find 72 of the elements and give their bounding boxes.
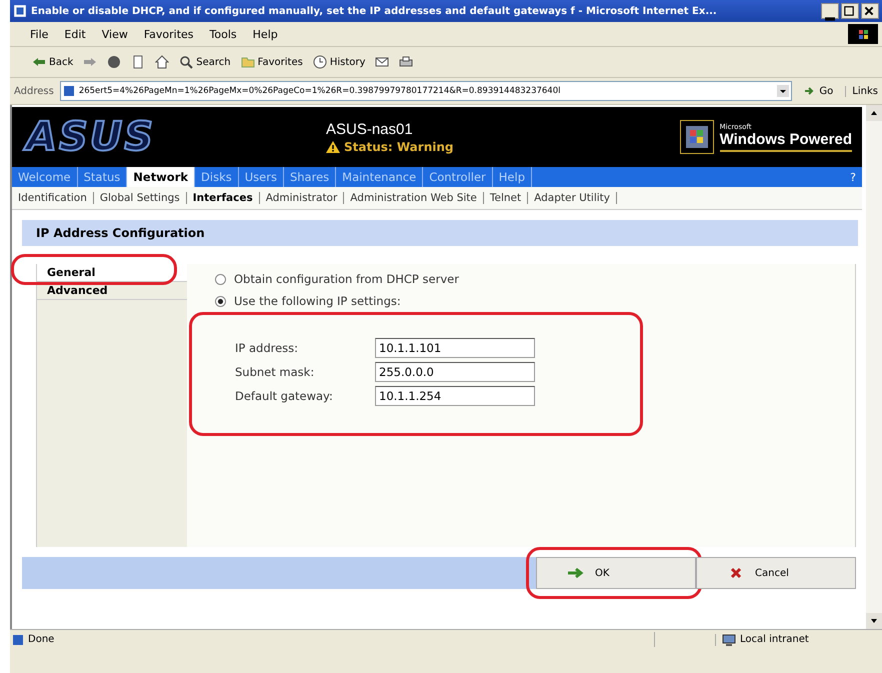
page-icon [62, 85, 75, 97]
input-field[interactable]: 255.0.0.0 [375, 362, 535, 382]
nav-tab[interactable]: Network [127, 167, 196, 187]
address-label: Address [14, 86, 54, 96]
menu-item[interactable]: Tools [210, 28, 237, 40]
back-arrow-icon [32, 55, 46, 69]
folder-icon [240, 55, 255, 69]
subnav-tab[interactable]: Identification [12, 192, 94, 204]
dropdown-icon[interactable] [777, 85, 790, 97]
radio-label: Use the following IP settings: [234, 294, 401, 308]
home-icon [155, 55, 170, 69]
windows-flag-icon [680, 120, 714, 154]
radio-button[interactable] [215, 296, 226, 306]
subnav-tab[interactable]: Telnet [484, 192, 528, 204]
address-field[interactable]: 265ert5=4%26PageMn=1%26PageMx=0%26PageCo=1%26R=0.39879979780177214&R=0.893914483237640l [60, 81, 792, 101]
menu-item[interactable]: Favorites [144, 28, 194, 40]
ok-button[interactable]: OK [536, 557, 696, 589]
close-button[interactable] [861, 3, 879, 19]
menu-item[interactable]: View [102, 28, 128, 40]
logo: ASUS [26, 114, 326, 160]
page-icon [12, 634, 24, 646]
toolbar-button[interactable]: History [310, 53, 368, 71]
computer-icon [722, 634, 736, 646]
mail-icon [375, 55, 390, 69]
maximize-button[interactable] [841, 3, 859, 19]
device-name: ASUS-nas01 [326, 120, 414, 138]
page-icon [131, 55, 146, 69]
subnav-tab[interactable]: Global Settings [94, 192, 187, 204]
warning-icon [326, 140, 340, 152]
close-icon [863, 5, 875, 17]
browser-icon [13, 4, 27, 18]
printer-icon [399, 55, 414, 69]
help-link[interactable]: ? [850, 167, 862, 187]
window-title: Enable or disable DHCP, and if configured manually, set the IP addresses and default gateways f - Microsoft Internet Ex... [31, 6, 718, 16]
menu-item[interactable]: Edit [64, 28, 86, 40]
toolbar-button[interactable]: Search [177, 53, 233, 71]
side-tab[interactable]: General [37, 264, 187, 282]
search-icon [179, 55, 194, 69]
stop-icon [107, 55, 122, 69]
clock-icon [312, 55, 327, 69]
forward-arrow-icon [83, 55, 98, 69]
toolbar-button[interactable]: Back [30, 53, 76, 71]
maximize-icon [843, 5, 855, 17]
links-button[interactable]: Links [845, 86, 878, 96]
field-label: IP address: [235, 341, 300, 355]
subnav-tab[interactable]: Adapter Utility [528, 192, 617, 204]
menu-item[interactable]: File [30, 28, 48, 40]
input-field[interactable]: 10.1.1.101 [375, 338, 535, 358]
menu-item[interactable]: Help [252, 28, 278, 40]
subnav-tab[interactable]: Administrator [260, 192, 344, 204]
subnav-tab[interactable]: Administration Web Site [344, 192, 484, 204]
input-field[interactable]: 10.1.1.254 [375, 386, 535, 406]
badge-title: Windows Powered [720, 130, 852, 148]
status-text: Done [28, 634, 54, 645]
go-button[interactable]: Go [798, 84, 840, 98]
field-label: Subnet mask: [235, 365, 316, 379]
subnav-tab[interactable]: Interfaces [186, 192, 260, 204]
zone-text: Local intranet [740, 634, 809, 645]
section-title: IP Address Configuration [36, 226, 205, 240]
radio-label: Obtain configuration from DHCP server [234, 272, 459, 286]
toolbar-button[interactable]: Favorites [238, 53, 305, 71]
scroll-down-icon[interactable] [866, 613, 882, 629]
status-text: Status: Warning [344, 140, 454, 154]
field-label: Default gateway: [235, 389, 334, 403]
arrow-icon [567, 567, 585, 579]
scrollbar[interactable] [866, 105, 882, 629]
radio-button[interactable] [215, 274, 226, 284]
cancel-button[interactable]: Cancel [696, 557, 856, 589]
windows-logo-icon [848, 24, 878, 44]
minimize-button[interactable] [821, 3, 839, 19]
scroll-up-icon[interactable] [866, 105, 882, 121]
toolbar-button[interactable] [153, 53, 172, 71]
